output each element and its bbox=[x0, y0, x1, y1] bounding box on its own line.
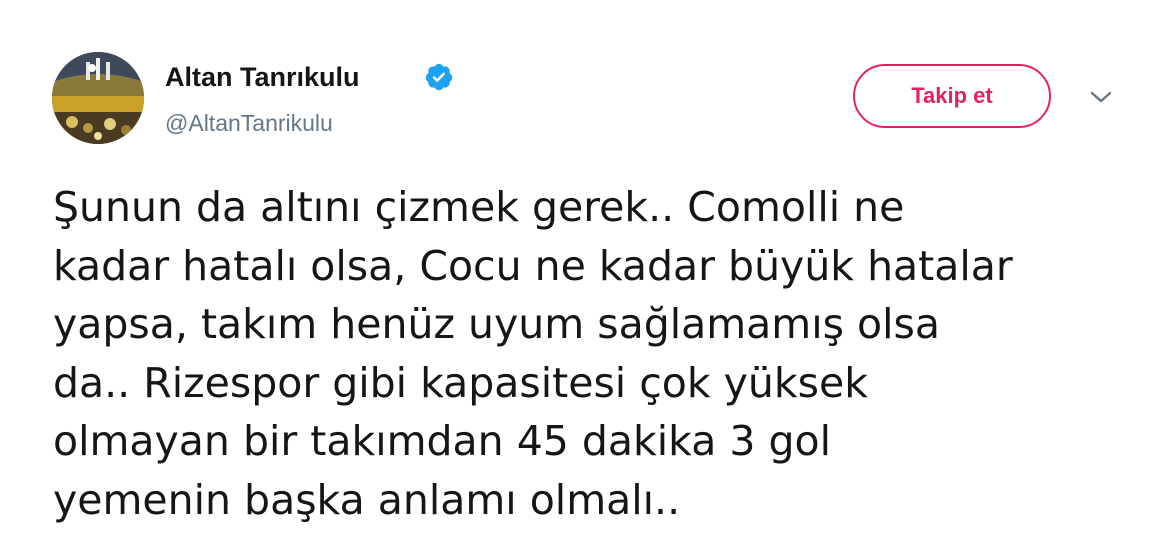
profile-photo-icon bbox=[52, 52, 144, 144]
author-display-name[interactable]: Altan Tanrıkulu bbox=[165, 62, 360, 92]
tweet-text-line: olmayan bir takımdan 45 dakika 3 gol bbox=[53, 417, 831, 465]
follow-button[interactable]: Takip et bbox=[853, 64, 1051, 128]
tweet-card: Altan Tanrıkulu @AltanTanrikulu Takip et… bbox=[0, 0, 1176, 555]
author-username[interactable]: @AltanTanrikulu bbox=[165, 110, 333, 136]
tweet-text-line: Şunun da altını çizmek gerek.. Comolli n… bbox=[53, 183, 905, 231]
tweet-text-line: yapsa, takım henüz uyum sağlamamış olsa bbox=[53, 300, 940, 348]
tweet-text-line: da.. Rizespor gibi kapasitesi çok yüksek bbox=[53, 358, 868, 407]
avatar[interactable] bbox=[52, 52, 144, 144]
tweet-text-line: kadar hatalı olsa, Cocu ne kadar büyük h… bbox=[53, 241, 1013, 290]
verified-badge-icon bbox=[425, 63, 453, 91]
chevron-down-icon[interactable] bbox=[1088, 88, 1114, 106]
tweet-text: Şunun da altını çizmek gerek.. Comolli n… bbox=[53, 178, 1153, 529]
tweet-text-line: yemenin başka anlamı olmalı.. bbox=[53, 475, 681, 524]
